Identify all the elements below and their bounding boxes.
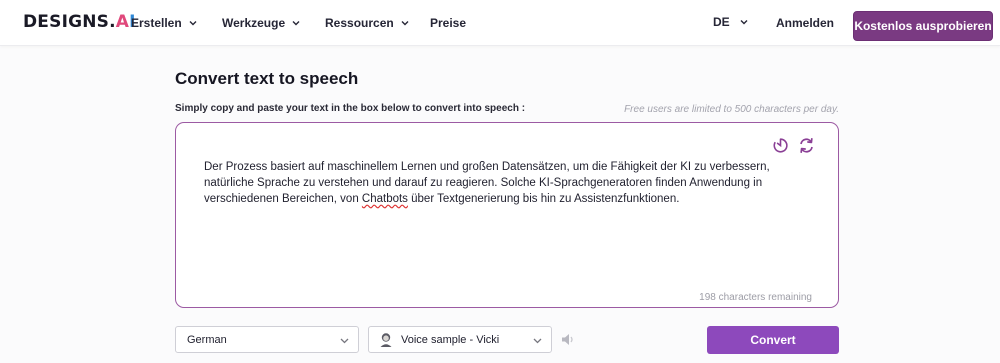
nav-item-werkzeuge[interactable]: Werkzeuge [222,15,301,31]
misspelled-word: Chatbots [361,193,408,205]
language-code: DE [713,15,730,29]
nav-item-erstellen[interactable]: Erstellen [131,15,198,31]
text-input-area[interactable]: Der Prozess basiert auf maschinellem Ler… [175,122,839,308]
speaker-icon[interactable] [561,333,576,346]
try-free-button[interactable]: Kostenlos ausprobieren [853,11,993,41]
convert-button[interactable]: Convert [707,326,839,354]
nav-item-preise[interactable]: Preise [430,15,466,31]
chevron-down-icon [340,338,349,344]
chevron-down-icon [740,20,748,25]
nav-item-label: Erstellen [131,16,182,30]
page-title: Convert text to speech [175,69,359,88]
chevron-down-icon [189,21,197,26]
designs-ai-logo[interactable]: DESIGNS. AI [23,11,136,33]
language-select-value: German [187,333,227,346]
nav-item-label: Werkzeuge [222,16,286,30]
nav-item-label: Ressourcen [325,16,394,30]
top-navigation-bar: DESIGNS. AI Erstellen Werkzeuge Ressourc… [0,0,1000,46]
chevron-down-icon [292,21,300,26]
input-text: Der Prozess basiert auf maschinellem Ler… [204,161,770,205]
female-avatar-icon [380,333,392,347]
language-switcher[interactable]: DE [713,15,749,29]
instruction-text: Simply copy and paste your text in the b… [175,103,526,114]
characters-remaining: 198 characters remaining [699,292,812,303]
nav-item-ressourcen[interactable]: Ressourcen [325,15,410,31]
refresh-icon[interactable] [798,137,815,154]
voice-select-value: Voice sample - Vicki [401,333,500,346]
chevron-down-icon [401,21,409,26]
character-limit-note: Free users are limited to 500 characters… [624,104,839,115]
login-link[interactable]: Anmelden [776,16,834,30]
chevron-down-icon [533,338,542,344]
voice-select[interactable]: Voice sample - Vicki [368,326,552,353]
logo-text: DESIGNS. [23,12,116,32]
history-timer-icon[interactable] [772,137,789,154]
nav-item-label: Preise [430,16,467,30]
language-select[interactable]: German [175,326,359,353]
